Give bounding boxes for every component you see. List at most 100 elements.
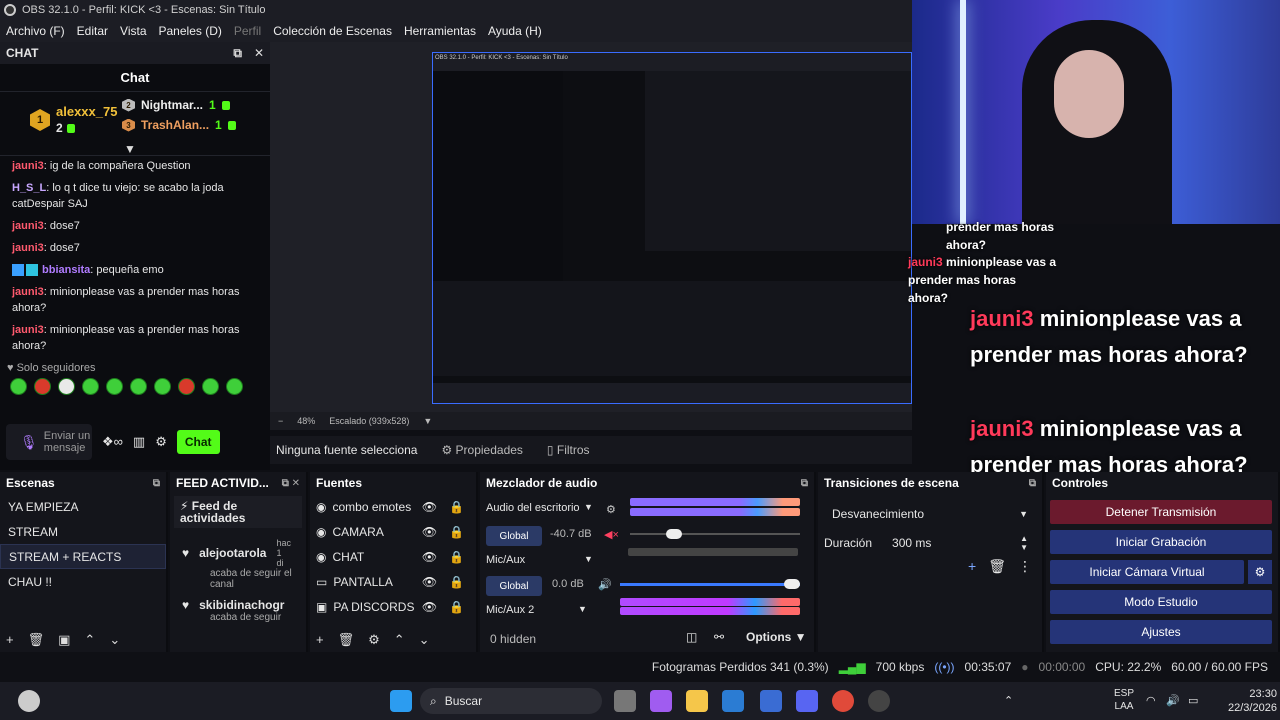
chrome-icon[interactable] [832, 690, 854, 712]
muted-speaker-icon[interactable]: ◀× [604, 528, 619, 541]
hidden-count[interactable]: 0 hidden [490, 632, 536, 646]
clock[interactable]: 23:30 22/3/2026 [1228, 687, 1277, 715]
source-item[interactable]: ▣ PA DISCORDS 👁 🔒 [310, 594, 476, 619]
add-icon[interactable]: + [968, 558, 976, 575]
close-icon[interactable]: ✕ [254, 46, 264, 61]
emote-icon[interactable] [202, 378, 219, 395]
emote-icon[interactable] [130, 378, 147, 395]
store-icon[interactable] [760, 690, 782, 712]
emote-icon[interactable] [58, 378, 75, 395]
microphone-icon[interactable]: 🎙 [20, 435, 38, 449]
source-item[interactable]: ◉ combo emotes 👁 🔒 [310, 494, 476, 519]
scene-item[interactable]: CHAU !! [0, 569, 166, 594]
start-virtual-camera-button[interactable]: Iniciar Cámara Virtual [1050, 560, 1244, 584]
link-icon[interactable]: ⚯ [714, 630, 724, 644]
menu-perfil[interactable]: Perfil [228, 24, 267, 38]
trash-icon[interactable]: 🗑 [338, 632, 355, 648]
send-chat-button[interactable]: Chat [176, 430, 220, 454]
taskbar-search[interactable]: ⌕ Buscar [420, 688, 602, 714]
menu-coleccion[interactable]: Colección de Escenas [267, 24, 398, 38]
start-icon[interactable] [390, 690, 412, 712]
down-icon[interactable]: ⌄ [419, 632, 430, 648]
duration-input[interactable]: 300 ms ▲ ▼ [886, 532, 1034, 554]
source-item[interactable]: ◉ CHAT 👁 🔒 [310, 544, 476, 569]
chat-input[interactable]: 🎙 Enviar un mensaje [6, 424, 92, 460]
add-icon[interactable]: + [6, 632, 14, 648]
emote-icon[interactable] [10, 378, 27, 395]
language-indicator[interactable]: ESP LAA [1114, 687, 1134, 713]
global-button[interactable]: Global [486, 526, 542, 546]
battery-icon[interactable]: ▭ [1188, 694, 1198, 707]
stop-stream-button[interactable]: Detener Transmisión [1050, 500, 1272, 524]
discord-icon[interactable] [796, 690, 818, 712]
tray-chevron-icon[interactable]: ⌃ [1004, 694, 1013, 707]
weather-icon[interactable] [18, 690, 40, 712]
settings-button[interactable]: Ajustes [1050, 620, 1272, 644]
up-icon[interactable]: ⌃ [84, 632, 95, 648]
chevron-down-icon[interactable]: ▼ [584, 554, 593, 564]
file-explorer-icon[interactable] [686, 690, 708, 712]
chevron-down-icon[interactable]: ▼ [584, 502, 593, 512]
start-recording-button[interactable]: Iniciar Grabación [1050, 530, 1272, 554]
chevron-down-icon[interactable]: ▼ [423, 416, 432, 426]
scaling-label[interactable]: Escalado (939x528) [329, 416, 409, 426]
wifi-icon[interactable]: ◠ [1146, 694, 1156, 707]
studio-mode-button[interactable]: Modo Estudio [1050, 590, 1272, 614]
float-dock-icon[interactable]: ⧉ [233, 46, 242, 61]
float-dock-icon[interactable]: ⧉ [1029, 478, 1036, 489]
down-icon[interactable]: ⌄ [109, 632, 120, 648]
task-view-icon[interactable] [614, 690, 636, 712]
close-icon[interactable]: ⧉ ✕ [282, 478, 300, 489]
trash-icon[interactable]: 🗑 [988, 558, 1006, 575]
add-icon[interactable]: + [316, 632, 324, 648]
gear-icon[interactable]: ⚙ [155, 434, 167, 450]
zoom-minus[interactable]: − [278, 416, 283, 426]
chevron-down-icon[interactable]: ▼ [578, 604, 587, 614]
menu-vista[interactable]: Vista [114, 24, 152, 38]
scene-item[interactable]: YA EMPIEZA [0, 494, 166, 519]
options-button[interactable]: Options ▼ [746, 630, 807, 644]
source-item[interactable]: ◉ CAMARA 👁 🔒 [310, 519, 476, 544]
copilot-icon[interactable] [650, 690, 672, 712]
emote-icon[interactable] [106, 378, 123, 395]
obs-icon[interactable] [868, 690, 890, 712]
menu-ayuda[interactable]: Ayuda (H) [482, 24, 548, 38]
gear-icon[interactable]: ⚙ [1248, 560, 1272, 584]
emote-icon[interactable] [178, 378, 195, 395]
properties-button[interactable]: ⚙ Propiedades [441, 443, 522, 457]
filters-button[interactable]: ▯ Filtros [547, 443, 590, 457]
filter-icon[interactable]: ▣ [58, 632, 70, 648]
volume-slider[interactable] [620, 579, 800, 589]
emote-icon[interactable] [154, 378, 171, 395]
trash-icon[interactable]: 🗑 [28, 632, 45, 648]
menu-paneles[interactable]: Paneles (D) [153, 24, 228, 38]
speaker-icon[interactable]: 🔊 [598, 578, 612, 591]
float-dock-icon[interactable]: ⧉ [153, 478, 160, 489]
global-button[interactable]: Global [486, 576, 542, 596]
float-dock-icon[interactable]: ⧉ [801, 478, 808, 489]
emote-icon[interactable] [34, 378, 51, 395]
leader-name[interactable]: alexxx_75 [56, 104, 117, 120]
preview-canvas[interactable]: OBS 32.1.0 - Perfil: KICK <3 - Escenas: … [432, 52, 912, 404]
gear-icon[interactable]: ⚙ [368, 632, 380, 648]
more-icon[interactable]: ⋮ [1018, 558, 1032, 575]
volume-slider[interactable] [630, 529, 800, 539]
scene-item[interactable]: STREAM [0, 519, 166, 544]
emote-icon[interactable] [226, 378, 243, 395]
leader-name[interactable]: Nightmar... [141, 98, 203, 112]
settings-icon[interactable]: ⚙ [606, 503, 616, 516]
zoom-level[interactable]: 48% [297, 416, 315, 426]
up-icon[interactable]: ⌃ [394, 632, 405, 648]
emote-icon[interactable] [82, 378, 99, 395]
menu-editar[interactable]: Editar [71, 24, 114, 38]
transition-select[interactable]: Desvanecimiento ▼ [826, 502, 1034, 526]
source-item[interactable]: ▭ PANTALLA 👁 🔒 [310, 569, 476, 594]
expand-leaderboard-icon[interactable]: ▼ [124, 142, 136, 156]
layout-icon[interactable]: ◫ [686, 630, 697, 644]
emotes-icon[interactable]: ❖∞ [102, 434, 123, 450]
menu-archivo[interactable]: Archivo (F) [0, 24, 71, 38]
store-icon[interactable]: ▥ [133, 434, 145, 450]
leader-name[interactable]: TrashAlan... [141, 118, 209, 132]
volume-icon[interactable]: 🔊 [1166, 694, 1180, 707]
word-icon[interactable] [722, 690, 744, 712]
